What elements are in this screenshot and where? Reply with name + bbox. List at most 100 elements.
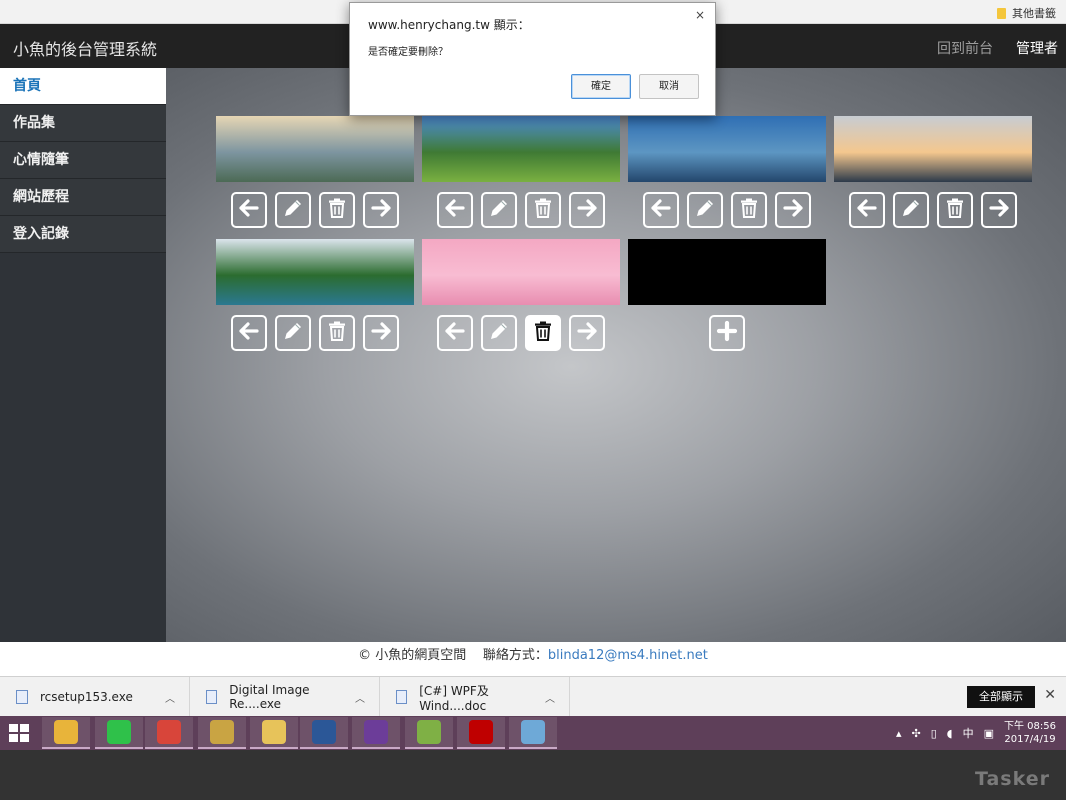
- footer-email-link[interactable]: blinda12@ms4.hinet.net: [548, 648, 708, 663]
- move-left-button[interactable]: [437, 192, 473, 228]
- thumbnail-green-hills[interactable]: [422, 116, 620, 182]
- arrow-left-icon: [237, 319, 261, 347]
- move-left-button[interactable]: [231, 192, 267, 228]
- edit-button[interactable]: [687, 192, 723, 228]
- download-item[interactable]: rcsetup153.exe ︿: [0, 677, 190, 717]
- download-filename: rcsetup153.exe: [40, 690, 133, 704]
- arrow-right-icon: [987, 196, 1011, 224]
- arrow-left-icon: [855, 196, 879, 224]
- ok-button[interactable]: 確定: [571, 74, 631, 99]
- page-footer: © 小魚的網頁空間 聯絡方式：blinda12@ms4.hinet.net: [0, 642, 1066, 676]
- brand-title[interactable]: 小魚的後台管理系統: [13, 36, 157, 60]
- move-right-button[interactable]: [363, 315, 399, 351]
- edit-button[interactable]: [893, 192, 929, 228]
- move-left-button[interactable]: [849, 192, 885, 228]
- taskbar-clock[interactable]: 下午 08:56 2017/4/19: [1004, 720, 1056, 746]
- sidebar-item-portfolio[interactable]: 作品集: [0, 105, 166, 142]
- tools-app-icon[interactable]: [198, 717, 246, 749]
- arrow-left-icon: [237, 196, 261, 224]
- cancel-button[interactable]: 取消: [639, 74, 699, 99]
- thumbnail-alpine-lake[interactable]: [216, 239, 414, 305]
- edit-button[interactable]: [275, 315, 311, 351]
- ime-indicator[interactable]: 中: [963, 725, 974, 741]
- explorer-app-icon-glyph: [262, 720, 286, 744]
- trash-icon: [325, 319, 349, 347]
- tray-chevron-up-icon[interactable]: ▴: [896, 727, 902, 740]
- close-icon[interactable]: ×: [695, 8, 705, 22]
- admin-link[interactable]: 管理者: [1016, 38, 1058, 58]
- file-icon: [16, 690, 28, 704]
- delete-button[interactable]: [525, 192, 561, 228]
- tile-actions: [216, 315, 414, 351]
- clock-date: 2017/4/19: [1004, 734, 1056, 745]
- chevron-up-icon[interactable]: ︿: [545, 690, 555, 705]
- word-app-icon[interactable]: [300, 717, 348, 749]
- download-item[interactable]: Digital Image Re....exe ︿: [190, 677, 380, 717]
- edit-button[interactable]: [481, 315, 517, 351]
- move-right-button[interactable]: [775, 192, 811, 228]
- visual-studio-app-icon[interactable]: [352, 717, 400, 749]
- thumbnail-pink-bunny[interactable]: [422, 239, 620, 305]
- sidebar-item-login-records[interactable]: 登入記錄: [0, 216, 166, 253]
- add-image-button[interactable]: [709, 315, 745, 351]
- thumbnail-coast-mountain[interactable]: [628, 116, 826, 182]
- sidebar-item-journal[interactable]: 心情隨筆: [0, 142, 166, 179]
- delete-button[interactable]: [525, 315, 561, 351]
- pencil-icon: [281, 319, 305, 347]
- trash-icon: [325, 196, 349, 224]
- filezilla-app-icon-glyph: [469, 720, 493, 744]
- system-tray: ▴ ✣ ▯ ◖ 中 ▣ 下午 08:56 2017/4/19: [896, 720, 1056, 746]
- pencil-icon: [693, 196, 717, 224]
- chevron-up-icon[interactable]: ︿: [165, 690, 175, 705]
- windows-taskbar: ▴ ✣ ▯ ◖ 中 ▣ 下午 08:56 2017/4/19: [0, 716, 1066, 750]
- folder-icon: [997, 7, 1006, 19]
- delete-button[interactable]: [319, 192, 355, 228]
- gallery-tile: [834, 116, 1032, 228]
- outlook-app-icon[interactable]: [42, 717, 90, 749]
- delete-button[interactable]: [937, 192, 973, 228]
- delete-button[interactable]: [319, 315, 355, 351]
- trash-icon: [531, 319, 555, 347]
- arrow-right-icon: [781, 196, 805, 224]
- move-right-button[interactable]: [363, 192, 399, 228]
- keyboard-icon[interactable]: ▣: [984, 727, 994, 740]
- move-right-button[interactable]: [569, 315, 605, 351]
- back-to-front-link[interactable]: 回到前台: [937, 38, 993, 58]
- move-right-button[interactable]: [981, 192, 1017, 228]
- move-left-button[interactable]: [437, 315, 473, 351]
- sidebar-item-site-history[interactable]: 網站歷程: [0, 179, 166, 216]
- move-left-button[interactable]: [643, 192, 679, 228]
- chevron-up-icon[interactable]: ︿: [355, 690, 365, 705]
- pencil-icon: [281, 196, 305, 224]
- explorer-app-icon[interactable]: [250, 717, 298, 749]
- volume-icon[interactable]: ◖: [947, 727, 953, 740]
- sidebar-item-home[interactable]: 首頁: [0, 68, 166, 105]
- tile-actions: [422, 192, 620, 228]
- thumbnail-bridge-sunset[interactable]: [834, 116, 1032, 182]
- main-content: [166, 68, 1066, 642]
- edit-button[interactable]: [275, 192, 311, 228]
- gallery-tile: [216, 239, 414, 351]
- delete-button[interactable]: [731, 192, 767, 228]
- arrow-left-icon: [649, 196, 673, 224]
- battery-icon[interactable]: ▯: [931, 727, 937, 740]
- notepad-app-icon[interactable]: [405, 717, 453, 749]
- move-left-button[interactable]: [231, 315, 267, 351]
- pencil-icon: [487, 196, 511, 224]
- line-app-icon[interactable]: [95, 717, 143, 749]
- network-icon[interactable]: ✣: [912, 727, 921, 740]
- download-item[interactable]: [C#] WPF及Wind....doc ︿: [380, 677, 570, 717]
- filezilla-app-icon[interactable]: [457, 717, 505, 749]
- other-bookmarks[interactable]: 其他書籤: [997, 5, 1056, 21]
- thumbnail-black-empty[interactable]: [628, 239, 826, 305]
- paint-app-icon[interactable]: [509, 717, 557, 749]
- thumbnail-lake-valley[interactable]: [216, 116, 414, 182]
- edit-button[interactable]: [481, 192, 517, 228]
- chrome-app-icon[interactable]: [145, 717, 193, 749]
- windows-start-icon[interactable]: [9, 724, 29, 742]
- show-all-downloads-button[interactable]: 全部顯示: [967, 686, 1035, 708]
- tile-actions: [628, 192, 826, 228]
- move-right-button[interactable]: [569, 192, 605, 228]
- close-icon[interactable]: ✕: [1044, 687, 1056, 703]
- trash-icon: [737, 196, 761, 224]
